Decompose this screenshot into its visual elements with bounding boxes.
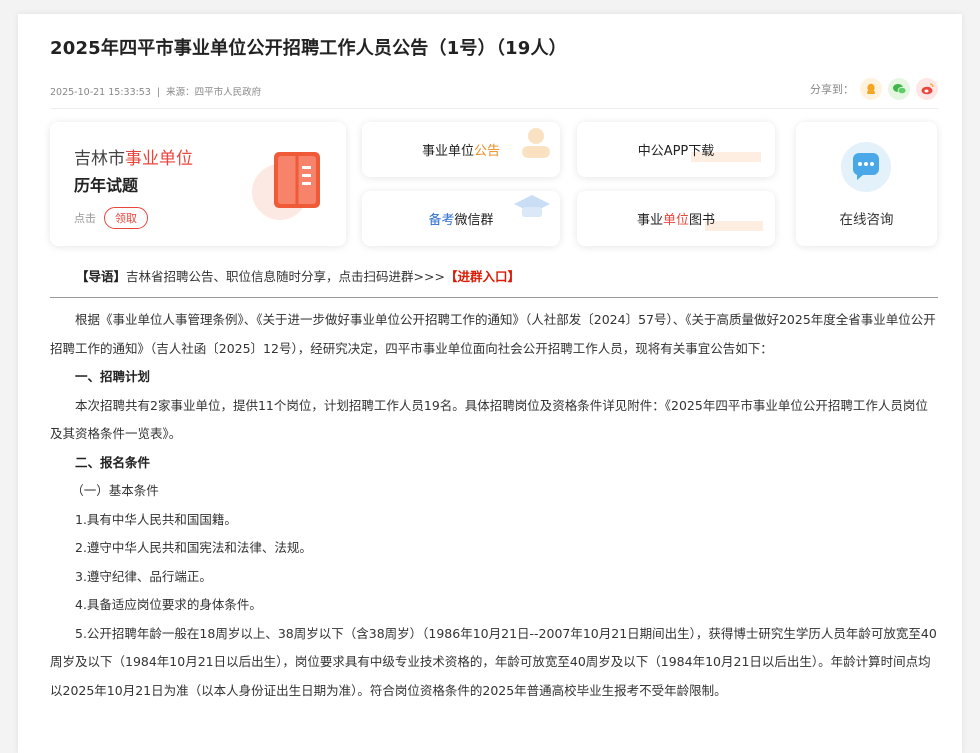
join-group-link[interactable]: 【进群入口】 xyxy=(445,269,520,284)
announcement-card[interactable]: 事业单位公告 xyxy=(362,122,560,177)
past-exams-prefix: 吉林市 xyxy=(74,149,125,169)
app-download-card[interactable]: 中公APP下载 xyxy=(577,122,775,177)
wechat-group-text: 微信群 xyxy=(454,213,494,228)
section-heading-conditions: 二、报名条件 xyxy=(75,454,151,470)
weibo-share-icon[interactable] xyxy=(916,78,938,100)
announcement-highlight: 公告 xyxy=(474,144,501,159)
past-exams-action: 点击 领取 xyxy=(74,207,148,229)
books-label: 事业单位图书 xyxy=(637,209,715,228)
wechat-group-highlight: 备考 xyxy=(428,213,455,228)
graduation-cap-icon xyxy=(514,195,550,217)
share-label: 分享到： xyxy=(810,83,854,96)
content-divider xyxy=(50,297,938,298)
past-exams-subtitle: 历年试题 xyxy=(74,176,139,195)
app-download-label: 中公APP下载 xyxy=(637,144,715,159)
guide-text: 吉林省招聘公告、职位信息随时分享，点击扫码进群>>> xyxy=(126,269,445,284)
share-bar: 分享到： xyxy=(810,78,938,100)
meta-separator: | xyxy=(156,87,161,98)
article-page: 2025年四平市事业单位公开招聘工作人员公告（1号）（19人） 2025-10-… xyxy=(18,14,962,753)
past-exams-card[interactable]: 吉林市事业单位 历年试题 点击 领取 xyxy=(50,122,346,246)
claim-button[interactable]: 领取 xyxy=(104,207,148,229)
header-divider xyxy=(50,108,938,109)
announcement-label: 事业单位公告 xyxy=(422,140,500,159)
paragraph-intro: 根据《事业单位人事管理条例》、《关于进一步做好事业单位公开招聘工作的通知》（人社… xyxy=(50,312,936,356)
article-meta: 2025-10-21 15:33:53 | 来源：四平市人民政府 xyxy=(50,84,261,98)
wechat-group-card[interactable]: 备考微信群 xyxy=(362,191,560,246)
person-icon xyxy=(522,128,550,158)
click-label: 点击 xyxy=(74,212,96,225)
past-exams-highlight: 事业单位 xyxy=(125,149,193,169)
condition-item-4: 4.具备适应岗位要求的身体条件。 xyxy=(75,597,262,612)
announcement-text: 事业单位 xyxy=(421,144,474,159)
section-heading-plan: 一、招聘计划 xyxy=(75,369,151,384)
publish-datetime: 2025-10-21 15:33:53 xyxy=(50,87,151,98)
article-source: 来源：四平市人民政府 xyxy=(166,87,262,98)
books-card[interactable]: 事业单位图书 xyxy=(577,191,775,246)
books-highlight: 单位 xyxy=(662,213,689,228)
online-consult-card[interactable]: 在线咨询 xyxy=(796,122,937,246)
book-icon xyxy=(252,152,320,220)
guide-label: 【导语】 xyxy=(76,269,127,284)
paragraph-plan: 本次招聘共有2家事业单位，提供11个岗位，计划招聘工作人员19名。具体招聘岗位及… xyxy=(50,397,928,442)
condition-item-2: 2.遵守中华人民共和国宪法和法律、法规。 xyxy=(75,540,312,555)
qq-share-icon[interactable] xyxy=(860,78,882,100)
condition-item-5: 5.公开招聘年龄一般在18周岁以上、38周岁以下（含38周岁）（1986年10月… xyxy=(50,625,937,698)
condition-item-1: 1.具有中华人民共和国国籍。 xyxy=(75,511,237,527)
wechat-group-label: 备考微信群 xyxy=(428,209,493,228)
books-text2: 图书 xyxy=(689,213,716,228)
guide-line: 【导语】吉林省招聘公告、职位信息随时分享，点击扫码进群>>>【进群入口】 xyxy=(76,266,520,285)
wechat-share-icon[interactable] xyxy=(888,78,910,100)
books-text1: 事业 xyxy=(636,213,663,228)
chat-bubble-icon xyxy=(841,142,891,192)
article-title: 2025年四平市事业单位公开招聘工作人员公告（1号）（19人） xyxy=(50,38,567,59)
condition-item-3: 3.遵守纪律、品行端正。 xyxy=(75,568,212,584)
past-exams-title: 吉林市事业单位 xyxy=(74,144,193,169)
subsection-basic: （一）基本条件 xyxy=(71,483,159,498)
article-content: 根据《事业单位人事管理条例》、《关于进一步做好事业单位公开招聘工作的通知》（人社… xyxy=(50,306,938,705)
online-consult-label: 在线咨询 xyxy=(839,212,894,228)
